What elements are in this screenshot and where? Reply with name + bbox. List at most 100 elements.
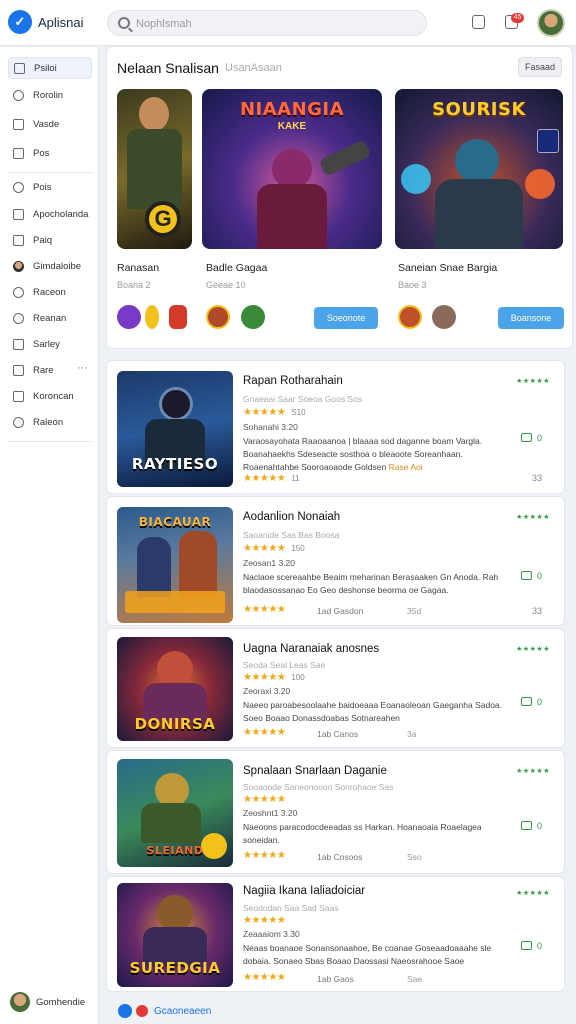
install-badge[interactable]: 0	[520, 433, 542, 443]
footer-label[interactable]: Gcaoneaeen	[154, 1006, 211, 1017]
friend-avatar[interactable]	[241, 305, 265, 329]
sidebar-item-label: Psiloi	[34, 63, 57, 74]
game-card[interactable]: BIACAUAR Aodanlion Nonaiah Saoanide Sas …	[106, 496, 565, 626]
sidebar-item-14[interactable]: Raleon	[8, 412, 92, 434]
game-card[interactable]: SUREDGIA Nagiia Ikana Ialiadoiciar Seodo…	[106, 876, 565, 992]
character-body	[141, 803, 201, 843]
game-thumbnail[interactable]: SLEIAND	[117, 759, 233, 867]
game-description: Naeoons paracodocdeeadas ss Harkan. Hoan…	[243, 822, 482, 845]
sidebar-divider	[8, 441, 92, 442]
section-action-button[interactable]: Fasaad	[518, 57, 562, 77]
featured-game-art-3[interactable]: SOURISK	[395, 89, 563, 249]
sidebar-item-7[interactable]: Paiq	[8, 230, 92, 252]
sidebar-item-10[interactable]: Reanan	[8, 308, 92, 330]
friend-avatar[interactable]	[206, 305, 230, 329]
game-name[interactable]: Spnalaan Snarlaan Daganie	[243, 765, 387, 777]
star-rating: ★★★★★ 100	[243, 672, 305, 683]
gamepad-icon	[13, 119, 24, 130]
featured-game-name[interactable]: Saneian Snae Bargia	[398, 262, 497, 274]
sidebar-item-label: Raceon	[33, 287, 66, 298]
featured-game-art-2[interactable]: NIAANGIA KAKE	[202, 89, 382, 249]
energy-orb	[401, 164, 431, 194]
featured-section: Nelaan Snalisan UsanAsaan Fasaad G Ranas…	[106, 46, 573, 349]
game-card[interactable]: DONIRSA Uagna Naranaiak anosnes Seoda Se…	[106, 628, 565, 748]
game-art-title: SOURISK	[432, 99, 526, 120]
sidebar-item-11[interactable]: Sarley	[8, 334, 92, 356]
document-icon	[13, 235, 24, 246]
section-subtitle: UsanAsaan	[225, 62, 282, 74]
shield-icon	[13, 417, 24, 428]
character-head	[159, 387, 193, 421]
featured-game-name[interactable]: Badle Gagaa	[206, 262, 267, 274]
install-badge[interactable]: 0	[520, 571, 542, 581]
sidebar-user-label: Gomhendie	[36, 997, 86, 1008]
sidebar-item-3[interactable]: Vasde	[8, 114, 92, 136]
featured-game-art-1[interactable]: G	[117, 89, 192, 249]
sidebar-item-5[interactable]: Pois	[8, 177, 92, 199]
sidebar-item-9[interactable]: Raceon	[8, 282, 92, 304]
sidebar-item-2[interactable]: Rorolin	[8, 85, 92, 107]
game-thumbnail[interactable]: BIACAUAR	[117, 507, 233, 623]
install-badge[interactable]: 0	[520, 697, 542, 707]
friend-avatar[interactable]	[145, 305, 159, 329]
sidebar-item-8[interactable]: Gimdaloibe	[8, 256, 92, 278]
search-input[interactable]	[136, 15, 416, 33]
game-name[interactable]: Uagna Naranaiak anosnes	[243, 643, 379, 655]
clock-icon	[13, 287, 24, 298]
game-name[interactable]: Nagiia Ikana Ialiadoiciar	[243, 885, 365, 897]
sidebar-item-12[interactable]: Rare ···	[8, 360, 92, 382]
game-size: 1ab Gaos	[317, 974, 354, 984]
sidebar-item-13[interactable]: Koroncan	[8, 386, 92, 408]
footer-link[interactable]: Gcaoneaeen	[106, 996, 565, 1024]
sidebar-item-6[interactable]: Apocholanda	[8, 204, 92, 226]
friend-avatar[interactable]	[398, 305, 422, 329]
featured-game-meta: Geeae 10	[206, 280, 246, 290]
game-thumbnail[interactable]: SUREDGIA	[117, 883, 233, 987]
game-name[interactable]: Rapan Rotharahain	[243, 375, 343, 387]
device-icon	[520, 941, 532, 950]
game-thumbnail[interactable]: DONIRSA	[117, 637, 233, 741]
friend-avatar[interactable]	[117, 305, 141, 329]
game-name[interactable]: Aodanlion Nonaiah	[243, 511, 340, 523]
star-rating: ★★★★★	[243, 727, 286, 738]
friend-avatar[interactable]	[169, 305, 187, 329]
install-badge[interactable]: 0	[520, 941, 542, 951]
install-badge[interactable]: 0	[520, 821, 542, 831]
game-downloads: 35d	[407, 606, 422, 616]
sidebar-item-4[interactable]: Pos	[8, 143, 92, 165]
sidebar-item-label: Reanan	[33, 313, 67, 324]
get-button[interactable]: Boansone	[498, 307, 564, 329]
game-card[interactable]: RAYTIESO Rapan Rotharahain Gnaeaai Saar …	[106, 360, 565, 494]
game-art-title: RAYTIESO	[131, 455, 219, 473]
bag-icon	[13, 182, 24, 193]
game-art-title: NIAANGIA	[239, 99, 345, 120]
profile-icon	[13, 261, 24, 272]
download-icon[interactable]	[472, 15, 485, 29]
game-card[interactable]: SLEIAND Spnalaan Snarlaan Daganie Sooaoo…	[106, 750, 565, 874]
card-count: 33	[531, 473, 542, 483]
more-icon[interactable]: ···	[77, 362, 88, 374]
game-version: Zeoraxi 3.20	[243, 686, 291, 696]
get-button[interactable]: Soeonote	[314, 307, 378, 329]
weapon-shape	[318, 139, 372, 177]
side-rating: ★★★★★	[516, 768, 550, 775]
game-logo-icon: G	[145, 201, 181, 237]
user-avatar-small	[10, 992, 30, 1012]
character-body	[435, 179, 523, 249]
featured-game-name[interactable]: Ranasan	[117, 262, 159, 274]
sidebar-item-label: Paiq	[33, 235, 53, 246]
game-thumbnail[interactable]: RAYTIESO	[117, 371, 233, 487]
user-avatar[interactable]	[537, 9, 565, 37]
friend-avatar[interactable]	[432, 305, 456, 329]
game-developer: Saoanide Sas Bas Boosa	[243, 530, 340, 540]
star-rating: ★★★★★	[243, 850, 286, 861]
game-description: Naclaoe scereaahbe Beaim meharinan Beras…	[243, 572, 499, 595]
search-bar[interactable]	[107, 10, 427, 36]
sidebar-item-home[interactable]: Psiloi	[8, 57, 92, 79]
card-count: 33	[531, 606, 542, 616]
sidebar-item-label: Rorolin	[33, 90, 64, 101]
app-logo[interactable]: ✓	[8, 10, 32, 34]
edit-icon	[13, 209, 24, 220]
sidebar-user[interactable]: Gomhendie	[10, 992, 94, 1014]
sidebar-item-label: Pois	[33, 182, 52, 193]
